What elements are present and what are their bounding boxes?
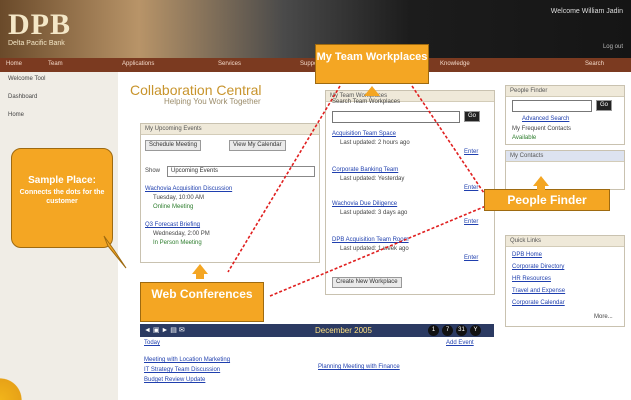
sample-place-title: Sample Place: [28,175,96,186]
nav-item-search[interactable]: Search [585,61,604,67]
events-filter-select[interactable]: Upcoming Events [167,166,315,177]
quick-link[interactable]: DPB Home [512,252,542,258]
quick-link[interactable]: Corporate Calendar [512,300,565,306]
nav-item-services[interactable]: Services [218,61,241,67]
events-portlet-header: My Upcoming Events [141,124,319,135]
events-portlet: My Upcoming Events Schedule Meeting View… [140,123,320,263]
week-view-icon[interactable]: 7 [442,325,453,336]
workplaces-portlet: My Team Workplaces Search Team Workplace… [325,90,495,295]
workplace-enter-link[interactable]: Enter [464,255,478,261]
sample-place-callout: Sample Place: Connects the dots for the … [11,148,113,248]
decorative-corner [0,374,24,400]
calendar-month-label: December 2005 [315,326,372,335]
people-finder-portlet: People Finder Go Advanced Search My Freq… [505,85,625,145]
calendar-entry[interactable]: Meeting with Location Marketing [144,357,230,363]
welcome-text: Welcome William Jadin [550,8,623,15]
workplace-enter-link[interactable]: Enter [464,219,478,225]
contact-status: Available [512,135,537,141]
workplace-search-label: Search Team Workplaces [332,99,401,105]
frequent-contacts-label: My Frequent Contacts [512,126,572,132]
advanced-search-link[interactable]: Advanced Search [522,116,569,122]
quick-link[interactable]: Corporate Directory [512,264,564,270]
sample-place-body: Connects the dots for the customer [19,189,105,205]
nav-item-knowledge[interactable]: Knowledge [440,61,470,67]
workplace-item-title[interactable]: Acquisition Team Space [332,131,396,137]
workplace-search-input[interactable] [332,111,460,123]
web-conferences-callout: Web Conferences [140,282,264,322]
workplace-enter-link[interactable]: Enter [464,185,478,191]
day-view-icon[interactable]: 1 [428,325,439,336]
workplace-enter-link[interactable]: Enter [464,149,478,155]
web-conferences-callout-arrow-body [196,273,204,279]
calendar-toolbar-icons[interactable]: ◄ ▣ ► ▤ ✉ [144,326,185,334]
left-nav-item-welcome[interactable]: Welcome Tool [8,76,45,82]
people-finder-callout: People Finder [484,189,610,211]
workplace-item-meta: Last updated: 1 week ago [340,246,409,252]
left-nav-item-dashboard[interactable]: Dashboard [8,94,37,100]
workplace-item-title[interactable]: Corporate Banking Team [332,167,398,173]
event-item-status: Online Meeting [153,204,194,210]
calendar-add-event-link[interactable]: Add Event [446,340,474,346]
event-item-time: Wednesday, 2:00 PM [153,231,210,237]
left-nav-item-home[interactable]: Home [8,112,24,118]
team-workplaces-callout: My Team Workplaces [315,44,429,84]
more-link[interactable]: More... [594,314,613,320]
quick-link[interactable]: Travel and Expense [512,288,565,294]
logout-link[interactable]: Log out [603,44,623,50]
logo-subtitle: Delta Pacific Bank [8,40,65,47]
quick-links-header: Quick Links [506,236,624,247]
team-callout-arrow [364,86,380,96]
people-callout-arrow-body [537,184,545,190]
bank-logo[interactable]: DPB [8,8,71,42]
view-calendar-button[interactable]: View My Calendar [229,140,286,151]
calendar-entry[interactable]: Planning Meeting with Finance [318,364,400,370]
calendar-entry[interactable]: IT Strategy Team Discussion [144,367,220,373]
workplace-item-meta: Last updated: Yesterday [340,176,405,182]
people-search-go-button[interactable]: Go [596,100,613,111]
workplace-item-meta: Last updated: 3 days ago [340,210,408,216]
nav-item-applications[interactable]: Applications [122,61,154,67]
workplace-item-title[interactable]: Wachovia Due Diligence [332,201,397,207]
page-title: Collaboration Central [130,82,262,98]
workplace-item-title[interactable]: DPB Acquisition Team Room [332,237,409,243]
year-view-icon[interactable]: Y [470,325,481,336]
event-item-status: In Person Meeting [153,240,202,246]
nav-item-team[interactable]: Team [48,61,63,67]
event-item-time: Tuesday, 10:00 AM [153,195,205,201]
page-subtitle: Helping You Work Together [164,97,261,106]
people-finder-header: People Finder [506,86,624,97]
event-item-title[interactable]: Wachovia Acquisition Discussion [145,186,232,192]
create-workplace-button[interactable]: Create New Workplace [332,277,402,288]
quick-link[interactable]: HR Resources [512,276,551,282]
show-label: Show [145,168,161,174]
nav-item-home[interactable]: Home [6,61,22,67]
calendar-entry[interactable]: Budget Review Update [144,377,205,383]
contacts-header: My Contacts [506,151,624,162]
workplace-search-go-button[interactable]: Go [464,111,481,122]
calendar-today-link[interactable]: Today [144,340,160,346]
month-view-icon[interactable]: 31 [456,325,467,336]
event-item-title[interactable]: Q3 Forecast Briefing [145,222,200,228]
quick-links-portlet: Quick Links DPB Home Corporate Directory… [505,235,625,327]
people-search-input[interactable] [512,100,592,112]
calendar-toolbar: ◄ ▣ ► ▤ ✉ December 2005 1 7 31 Y [140,324,494,337]
workplace-item-meta: Last updated: 2 hours ago [340,140,410,146]
contacts-portlet: My Contacts [505,150,625,190]
schedule-meeting-button[interactable]: Schedule Meeting [145,140,202,151]
